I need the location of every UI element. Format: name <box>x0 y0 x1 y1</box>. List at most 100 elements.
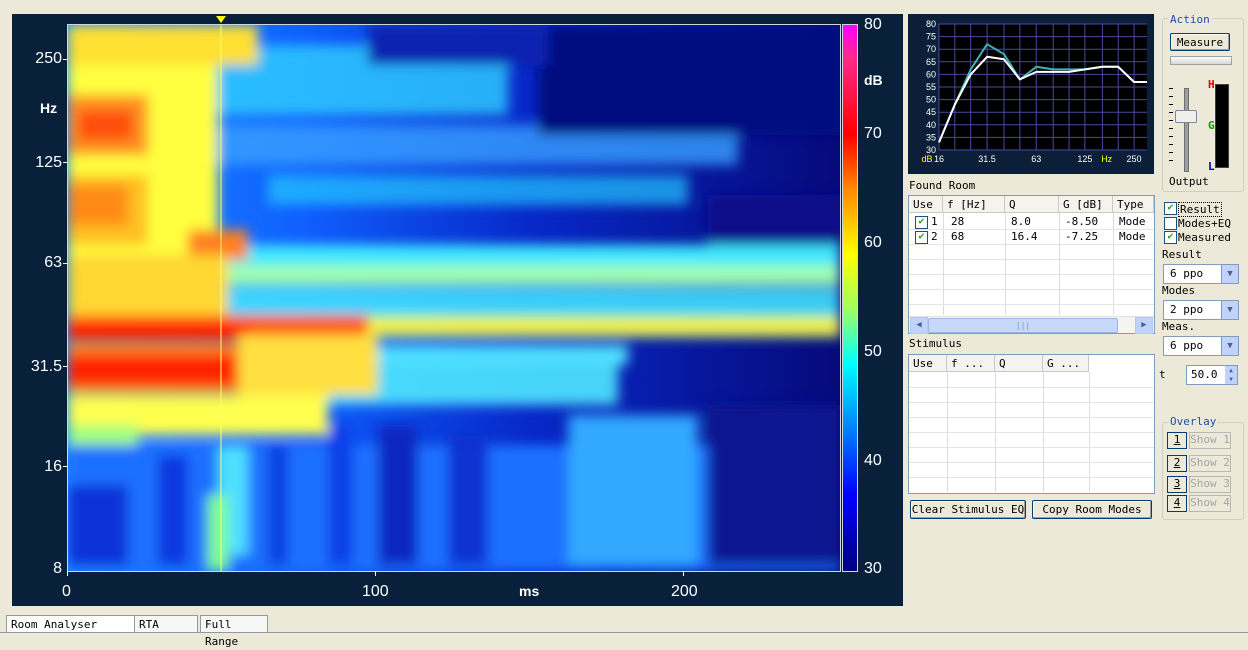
output-label: Output <box>1169 175 1209 188</box>
overlay-show-4-button[interactable]: Show 4 <box>1189 495 1231 512</box>
col-header-use[interactable]: Use <box>909 196 943 213</box>
y-tick-8: 8 <box>53 560 62 577</box>
row-index: 1 <box>931 215 938 228</box>
tab-rta[interactable]: RTA <box>134 615 198 632</box>
scroll-left-button[interactable]: ◀ <box>910 317 928 334</box>
overlay-title: Overlay <box>1168 415 1219 428</box>
mini-y-tick: 60 <box>926 69 936 79</box>
result-checkbox-label[interactable]: Result <box>1178 202 1222 217</box>
modes-ppo-select[interactable]: 2 ppo ▼ <box>1163 300 1239 320</box>
row-gain: -8.50 <box>1065 215 1099 228</box>
mini-x-tick: 31.5 <box>978 154 996 164</box>
measure-button[interactable]: Measure <box>1170 33 1230 51</box>
x-tick-100: 100 <box>362 583 389 600</box>
mini-y-tick: 80 <box>926 19 936 29</box>
tab-full-range[interactable]: Full Range <box>200 615 268 648</box>
modes-ppo-label: Modes <box>1162 284 1196 297</box>
x-tick-200: 200 <box>671 583 698 600</box>
mini-x-tick: 125 <box>1077 154 1092 164</box>
stim-col-gain[interactable]: G ... <box>1043 355 1089 372</box>
col-header-type[interactable]: Type <box>1113 196 1154 213</box>
output-slider-track <box>1184 88 1189 172</box>
mini-x-tick: dB <box>921 154 932 164</box>
measured-checkbox[interactable]: ✔ <box>1164 231 1177 244</box>
modes-eq-label[interactable]: Modes+EQ <box>1178 217 1231 230</box>
scroll-thumb[interactable]: ||| <box>928 318 1118 333</box>
row-type: Mode <box>1119 230 1146 243</box>
y-tick-16: 16 <box>44 458 62 475</box>
overlay-show-3-button[interactable]: Show 3 <box>1189 476 1231 493</box>
meas-ppo-select[interactable]: 6 ppo ▼ <box>1163 336 1239 356</box>
overlay-show-1-button[interactable]: Show 1 <box>1189 432 1231 449</box>
mini-y-tick: 75 <box>926 32 936 42</box>
action-title: Action <box>1168 13 1212 26</box>
spin-up-icon[interactable]: ▲ <box>1225 366 1237 375</box>
t-spinbox[interactable]: 50.0 ▲ ▼ <box>1186 365 1238 385</box>
colorbar-tick-80: 80 <box>864 16 882 33</box>
clear-stimulus-eq-button[interactable]: Clear Stimulus EQ <box>910 500 1026 519</box>
colorbar <box>842 24 858 572</box>
row-index: 2 <box>931 230 938 243</box>
overlay-1-button[interactable]: 1 <box>1167 432 1187 449</box>
stim-col-freq[interactable]: f ... <box>947 355 995 372</box>
mini-y-tick: 50 <box>926 95 936 105</box>
tab-room-analyser[interactable]: Room Analyser <box>6 615 136 632</box>
mini-response-chart[interactable]: 8075706560555045403530 dB 16 31.5 63 125 Hz 25… <box>908 14 1154 174</box>
row-freq: 68 <box>951 230 965 243</box>
output-slider-ticks <box>1169 88 1173 168</box>
col-header-freq[interactable]: f [Hz] <box>943 196 1005 213</box>
progress-bar <box>1170 56 1232 65</box>
mini-y-tick: 70 <box>926 44 936 54</box>
mini-y-tick: 45 <box>926 107 936 117</box>
mini-y-tick: 40 <box>926 120 936 130</box>
result-ppo-select[interactable]: 6 ppo ▼ <box>1163 264 1239 284</box>
colorbar-tick-70: 70 <box>864 125 882 142</box>
colorbar-unit: dB <box>864 72 883 88</box>
scroll-right-button[interactable]: ▶ <box>1135 317 1153 334</box>
result-ppo-label: Result <box>1162 248 1202 261</box>
mini-y-tick: 55 <box>926 82 936 92</box>
stim-col-q[interactable]: Q <box>995 355 1043 372</box>
mini-x-tick: 250 <box>1127 154 1142 164</box>
horizontal-scrollbar[interactable]: ◀ ||| ▶ <box>909 316 1154 334</box>
t-label: t <box>1159 368 1166 381</box>
mini-x-tick: Hz <box>1101 154 1112 164</box>
row-freq: 28 <box>951 215 965 228</box>
time-marker-handle[interactable] <box>216 16 226 23</box>
result-checkbox[interactable]: ✔ <box>1164 202 1177 215</box>
chevron-down-icon: ▼ <box>1221 265 1238 283</box>
measured-label[interactable]: Measured <box>1178 231 1231 244</box>
output-slider-thumb[interactable] <box>1175 110 1197 123</box>
spin-down-icon[interactable]: ▼ <box>1225 375 1237 384</box>
chevron-down-icon: ▼ <box>1221 337 1238 355</box>
colorbar-tick-50: 50 <box>864 343 882 360</box>
mini-y-tick: 35 <box>926 132 936 142</box>
colorbar-tick-40: 40 <box>864 452 882 469</box>
mini-x-tick: 63 <box>1031 154 1041 164</box>
found-room-title: Found Room <box>909 179 976 192</box>
y-unit-label: Hz <box>40 100 58 116</box>
col-header-q[interactable]: Q <box>1005 196 1059 213</box>
y-tick-31-5: 31.5 <box>30 358 62 375</box>
spectrogram-panel: 250 Hz 125 63 31.5 16 8 0 100 200 ms 80 … <box>12 14 903 606</box>
overlay-4-button[interactable]: 4 <box>1167 495 1187 512</box>
col-header-gain[interactable]: G [dB] <box>1059 196 1113 213</box>
overlay-3-button[interactable]: 3 <box>1167 476 1187 493</box>
x-tick-0: 0 <box>62 583 71 600</box>
stimulus-title: Stimulus <box>909 337 962 350</box>
spectrogram-plot[interactable] <box>67 24 841 572</box>
stimulus-table: Use f ... Q G ... <box>908 354 1155 494</box>
meter-label-h: H <box>1208 78 1215 91</box>
meas-ppo-label: Meas. <box>1162 320 1196 333</box>
modes-eq-checkbox[interactable] <box>1164 217 1177 230</box>
overlay-2-button[interactable]: 2 <box>1167 455 1187 472</box>
stim-col-use[interactable]: Use <box>909 355 947 372</box>
overlay-show-2-button[interactable]: Show 2 <box>1189 455 1231 472</box>
t-value: 50.0 <box>1191 368 1218 381</box>
mini-y-tick: 65 <box>926 57 936 67</box>
row-q: 16.4 <box>1011 230 1038 243</box>
y-tick-250: 250 <box>35 50 62 67</box>
level-meter <box>1215 84 1229 168</box>
copy-room-modes-button[interactable]: Copy Room Modes <box>1032 500 1152 519</box>
y-tick-63: 63 <box>44 254 62 271</box>
